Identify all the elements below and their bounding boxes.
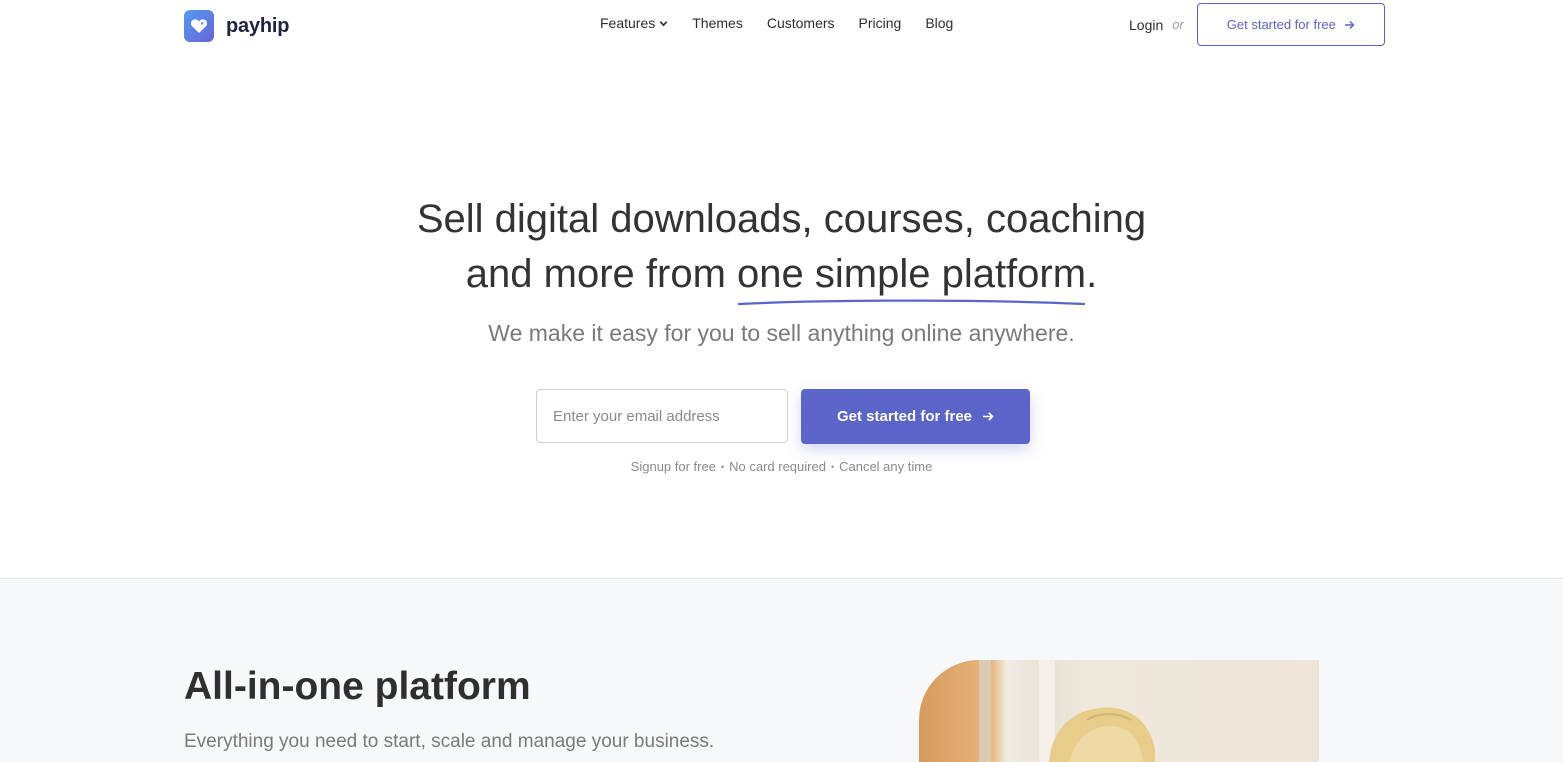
bullet-separator: • (830, 462, 835, 472)
site-header: payhip Features Themes Customers Pricing… (0, 0, 1563, 50)
bullet-separator: • (720, 462, 725, 472)
section-subtitle: Everything you need to start, scale and … (184, 731, 715, 752)
signup-form: Get started for free (536, 389, 1030, 444)
nav-item-label: Customers (766, 15, 835, 31)
nav-item-label: Themes (692, 15, 743, 31)
hero-title: Sell digital downloads, courses, coachin… (0, 192, 1563, 306)
nav-item-themes[interactable]: Themes (692, 15, 743, 31)
hero-get-started-button[interactable]: Get started for free (801, 389, 1030, 444)
login-link[interactable]: Login (1129, 17, 1163, 33)
main-nav: Features Themes Customers Pricing Blog (600, 15, 953, 31)
all-in-one-section: All-in-one platform Everything you need … (0, 578, 1563, 762)
nav-item-blog[interactable]: Blog (925, 15, 953, 31)
heart-tag-icon (184, 10, 214, 42)
section-title: All-in-one platform (184, 665, 531, 708)
hero-subtitle: We make it easy for you to sell anything… (488, 320, 1075, 346)
nav-item-label: Features (600, 15, 656, 31)
creator-photo (919, 660, 1319, 762)
auth-actions: Login or Get started for free (1129, 3, 1385, 46)
or-separator: or (1172, 17, 1184, 32)
button-label: Get started for free (836, 408, 973, 425)
nav-item-label: Blog (925, 15, 954, 31)
hero-title-line2-prefix: and more from (465, 252, 738, 296)
fineprint-item: No card required (729, 459, 826, 474)
nav-item-pricing[interactable]: Pricing (859, 15, 902, 31)
chevron-down-icon (660, 20, 668, 26)
hero-title-highlight: one simple platform (737, 247, 1086, 306)
underline-stroke (737, 299, 1086, 306)
arrow-right-icon (1344, 20, 1355, 29)
nav-item-features[interactable]: Features (600, 15, 668, 31)
button-label: Get started for free (1226, 17, 1336, 32)
arrow-right-icon (983, 412, 994, 421)
logo[interactable]: payhip (184, 10, 289, 42)
fineprint-item: Signup for free (630, 459, 716, 474)
hero-title-line2-suffix: . (1086, 252, 1098, 296)
fineprint-item: Cancel any time (839, 459, 933, 474)
hero-title-line1: Sell digital downloads, courses, coachin… (416, 197, 1147, 241)
signup-fineprint: Signup for free • No card required • Cancel … (0, 459, 1563, 474)
logo-wordmark: payhip (226, 14, 290, 37)
nav-item-label: Pricing (858, 15, 902, 31)
nav-item-customers[interactable]: Customers (767, 15, 835, 31)
header-get-started-button[interactable]: Get started for free (1196, 3, 1385, 46)
email-input[interactable] (536, 389, 788, 443)
